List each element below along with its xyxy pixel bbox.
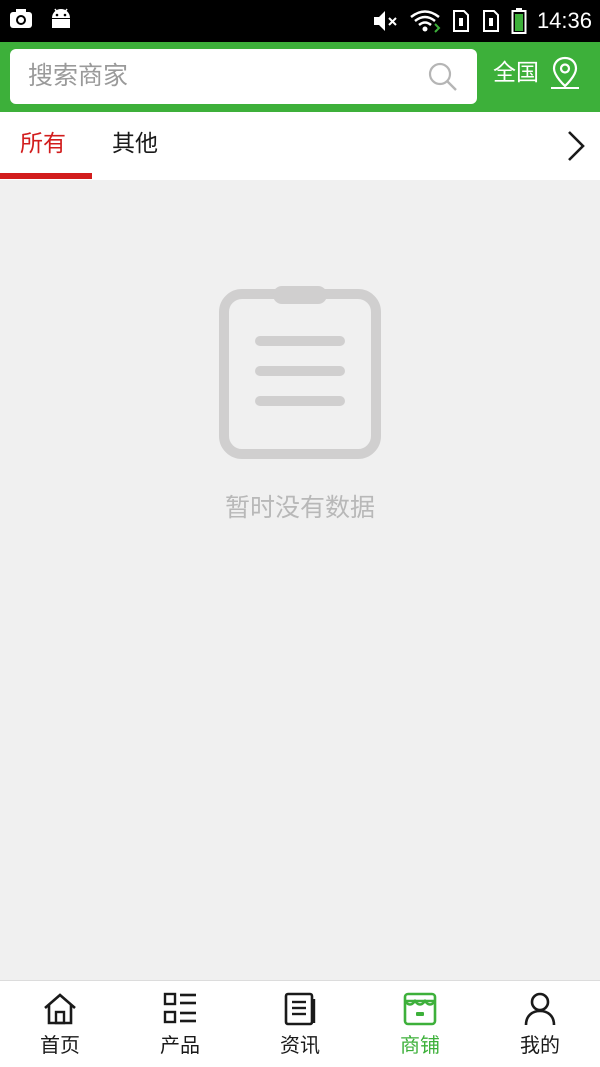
location-pin-icon — [551, 56, 579, 89]
nav-news-label: 资讯 — [280, 1033, 320, 1057]
home-icon — [44, 993, 76, 1025]
nav-stores-label: 商铺 — [400, 1033, 440, 1057]
region-label: 全国 — [493, 60, 539, 86]
nav-profile-label: 我的 — [520, 1033, 560, 1057]
nav-products[interactable]: 产品 — [120, 981, 240, 1067]
nav-stores[interactable]: 商铺 — [360, 981, 480, 1067]
search-icon[interactable] — [427, 61, 459, 93]
empty-message: 暂时没有数据 — [224, 493, 375, 522]
user-icon — [524, 992, 556, 1026]
bottom-nav: 首页 产品 资讯 商铺 我的 — [0, 980, 600, 1067]
wifi-icon — [410, 10, 441, 33]
tab-active-indicator — [0, 173, 92, 179]
nav-profile[interactable]: 我的 — [480, 981, 600, 1067]
mute-icon — [373, 11, 397, 31]
nav-news[interactable]: 资讯 — [240, 981, 360, 1067]
status-time: 14:36 — [536, 8, 592, 33]
sim2-icon — [482, 10, 499, 32]
nav-home-label: 首页 — [40, 1033, 80, 1057]
tab-other[interactable]: 其他 — [112, 128, 158, 160]
sim1-icon — [452, 10, 469, 32]
search-input[interactable]: 搜索商家 — [10, 49, 477, 104]
screenshot-icon — [10, 9, 32, 28]
region-selector[interactable]: 全国 — [493, 56, 581, 90]
news-icon — [284, 992, 316, 1026]
nav-home[interactable]: 首页 — [0, 981, 120, 1067]
battery-icon — [511, 8, 527, 34]
status-right-icons: 14:36 — [371, 6, 592, 36]
android-icon — [52, 8, 70, 28]
header-bar: 搜索商家 全国 — [0, 42, 600, 112]
nav-products-label: 产品 — [160, 1033, 200, 1057]
search-placeholder: 搜索商家 — [28, 61, 129, 90]
store-icon — [403, 992, 437, 1026]
category-tabs: 所有 其他 — [0, 112, 600, 180]
clipboard-icon — [219, 286, 381, 459]
status-bar: 14:36 — [0, 0, 600, 42]
status-left-icons — [8, 6, 74, 32]
list-icon — [163, 992, 196, 1024]
tab-all[interactable]: 所有 — [20, 128, 66, 160]
chevron-right-icon[interactable] — [556, 126, 596, 166]
